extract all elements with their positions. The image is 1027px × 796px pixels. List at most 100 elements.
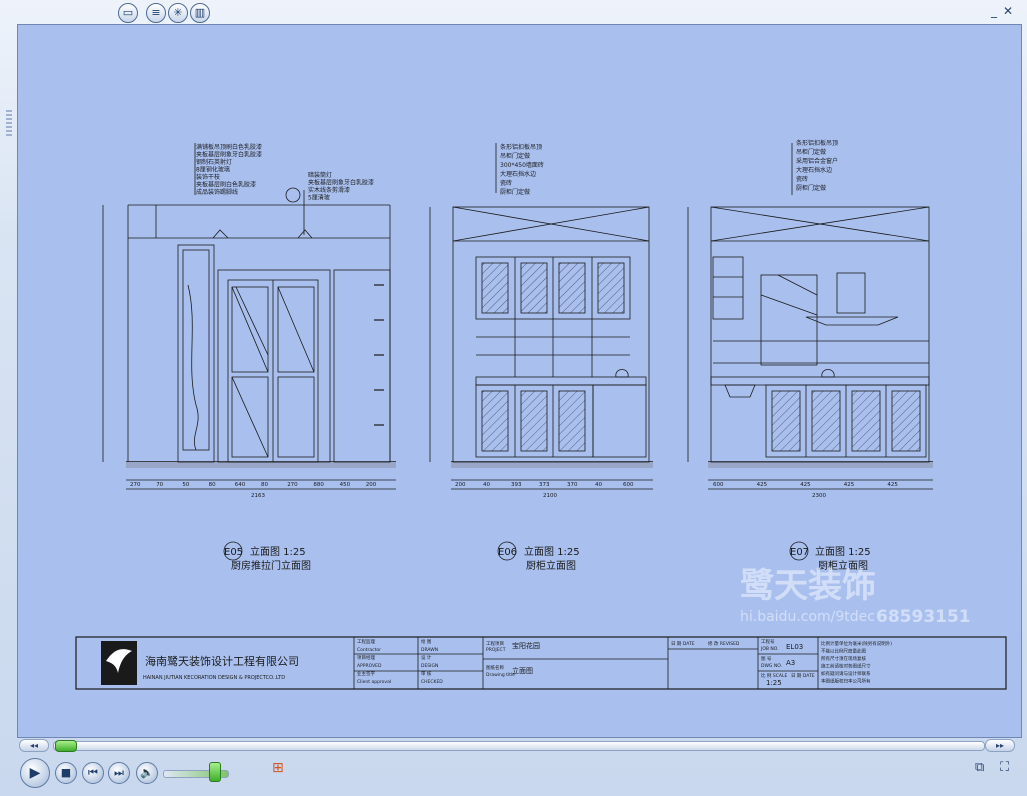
annotation-label: 满铺板吊顶刷白色乳胶漆 (196, 143, 262, 151)
dimension-label: 450 (340, 482, 351, 488)
dimension-label: 425 (757, 482, 768, 488)
date-label: 日 期 DATE (671, 641, 695, 647)
sheet-label-en: DWG NO. (761, 663, 782, 669)
annotation-label: 厨柜门定做 (500, 188, 530, 196)
dimension-label: 40 (595, 482, 602, 488)
windows-logo-icon[interactable]: ⊞ (272, 760, 284, 776)
titleblock-label: DESIGN (421, 663, 438, 669)
e07-title: 立面图 1:25 (815, 545, 871, 558)
transport-controls: ▶ ■ ⏮ ⏭ 🔈 ⊞ ⧉ ⛶ (0, 752, 1027, 796)
drawing-name: 立面图 (512, 666, 533, 675)
titleblock-note: 比例计量单位为毫米(除另有说明外) (821, 640, 892, 647)
titleblock-label: 业主签字 (357, 670, 375, 677)
annotation-label: 夹板基层刷象牙白乳胶漆 (196, 151, 262, 159)
media-player-window: ▭ ≡ ✳ ▥ _✕ 满铺板吊顶刷白色乳胶漆 夹板基层刷象牙白乳胶漆 钢制石英射… (0, 0, 1027, 796)
seek-track[interactable] (53, 741, 985, 751)
folder-icon[interactable]: ▭ (118, 3, 138, 23)
annotation-label: 瓷砖 (500, 179, 512, 187)
job-no: EL03 (786, 643, 803, 651)
titleblock-label: 设 计 (421, 654, 432, 661)
dimension-label: 425 (800, 482, 811, 488)
titleblock-note: 本图纸版权归本公司所有 (821, 678, 871, 685)
dimension-label: 373 (539, 482, 550, 488)
watermark-phone: 68593151 (876, 607, 971, 627)
titleblock-signoff-labels: 工程监理 Contractor项目经理 APPROVED业主签字 Client app… (357, 638, 391, 685)
dimension-label: 425 (887, 482, 898, 488)
e05-subtitle: 厨房推拉门立面图 (231, 559, 311, 572)
e06-code: E06 (498, 547, 517, 558)
e05-title: 立面图 1:25 (250, 545, 306, 558)
annotation-label: 夹板基层刷象牙白乳胶漆 (308, 179, 374, 187)
elevation-e05 (102, 143, 396, 490)
dimension-label: 200 (455, 482, 466, 488)
e05-code: E05 (224, 547, 243, 558)
elevation-e06 (429, 143, 653, 490)
job-label: 工程号 (761, 638, 775, 645)
total-dimension-label: 2163 (251, 493, 265, 499)
graph-icon[interactable]: ▥ (190, 3, 210, 23)
dimension-label: 880 (313, 482, 324, 488)
visualization-icon[interactable]: ✳ (168, 3, 188, 23)
dimension-label: 600 (713, 482, 724, 488)
window-controls: _✕ (991, 4, 1019, 18)
annotation-label: 吊柜门定做 (500, 152, 530, 160)
resize-grip[interactable] (6, 110, 12, 138)
annotation-label: 装饰干枝 (196, 173, 220, 181)
total-dimension-label: 2100 (543, 493, 557, 499)
dimension-label: 80 (209, 482, 216, 488)
annotation-label: 大理石挡水边 (500, 170, 536, 178)
list-icon[interactable]: ≡ (146, 3, 166, 23)
annotation-label: 厨柜门定做 (796, 184, 826, 192)
fullscreen-icon[interactable]: ⛶ (1000, 760, 1009, 775)
dimension-label: 393 (511, 482, 522, 488)
seek-thumb[interactable] (55, 740, 77, 752)
next-icon[interactable]: ⏭ (108, 762, 130, 784)
dimension-label: 70 (156, 482, 163, 488)
titleblock-label: 项目经理 (357, 654, 375, 661)
drawing-label-en: Drawing title (486, 672, 515, 678)
titleblock-label: 工程监理 (357, 638, 375, 645)
dimension-label: 50 (182, 482, 189, 488)
dimension-label: 370 (567, 482, 578, 488)
e07-annotations: 条形铝扣板吊顶吊柜门定做采用铝合金窗户大理石挡水边瓷砖厨柜门定做 (796, 139, 838, 192)
dimension-label: 425 (844, 482, 855, 488)
e06-title: 立面图 1:25 (524, 545, 580, 558)
e07-code: E07 (790, 547, 809, 558)
dimension-label: 40 (483, 482, 490, 488)
e06-annotations: 条形铝扣板吊顶吊柜门定做300*450墙面砖大理石挡水边瓷砖厨柜门定做 (500, 143, 544, 196)
mute-icon[interactable]: 🔈 (136, 762, 158, 784)
watermark-brand: 鹭天装饰 (740, 566, 876, 606)
project-label: 工程项目 (486, 640, 504, 647)
annotation-label: 大理石挡水边 (796, 166, 832, 174)
annotation-label: 条形铝扣板吊顶 (796, 139, 838, 147)
seek-forward-icon[interactable]: ▸▸ (985, 739, 1015, 752)
dimension-labels: 270 70 50 80 640 80 270 880 450 200 2163 200 40 393 37… (130, 482, 898, 499)
sheet-no: A3 (786, 659, 795, 667)
titleblock-label: 绘 图 (421, 638, 432, 645)
titleblock-label: DRAWN (421, 647, 438, 653)
e05-annotations: 满铺板吊顶刷白色乳胶漆夹板基层刷象牙白乳胶漆钢制石英射灯8厘钢化玻璃装饰干枝夹板… (196, 143, 374, 202)
company-name-en: HAINAN JIUTIAN KECORATION DESIGN & PROJE… (143, 675, 285, 681)
project-name: 宝阳花园 (512, 641, 540, 650)
minimize-icon[interactable]: _ (991, 4, 1003, 18)
stop-icon[interactable]: ■ (55, 762, 77, 784)
titleblock-notes: 比例计量单位为毫米(除另有说明外)不能以比例尺度量此图所有尺寸须在现场复核施工前… (821, 640, 892, 685)
compact-mode-icon[interactable]: ⧉ (975, 760, 984, 775)
play-icon[interactable]: ▶ (20, 758, 50, 788)
annotation-label: 夹板基层刷白色乳胶漆 (196, 181, 256, 189)
annotation-label: 300*450墙面砖 (500, 161, 544, 169)
dimension-label: 600 (623, 482, 634, 488)
dimension-label: 80 (261, 482, 268, 488)
volume-thumb[interactable] (209, 762, 221, 782)
watermark: 鹭天装饰 hi.baidu.com/9tdec 68593151 (740, 566, 971, 627)
drawing-label: 图纸名称 (486, 664, 504, 671)
annotation-label: 5厘清玻 (308, 194, 330, 202)
annotation-label: 8厘钢化玻璃 (196, 166, 230, 174)
seek-back-icon[interactable]: ◂◂ (19, 739, 49, 752)
close-icon[interactable]: ✕ (1003, 4, 1019, 18)
seek-bar[interactable]: ◂◂ ▸▸ (17, 738, 1020, 752)
annotation-label: 成品装饰踢脚线 (196, 188, 238, 196)
previous-icon[interactable]: ⏮ (82, 762, 104, 784)
titleblock-note: 所有尺寸须在现场复核 (821, 655, 866, 662)
project-label-en: PROJECT (486, 647, 506, 653)
